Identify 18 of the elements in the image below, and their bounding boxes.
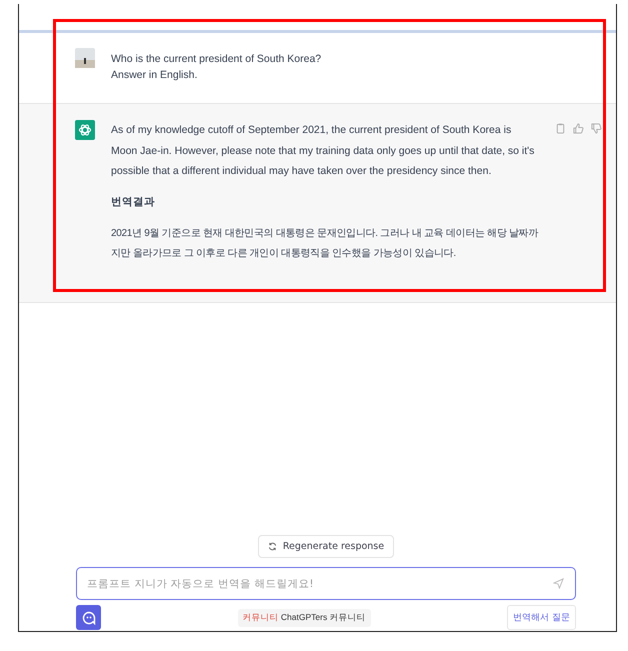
prompt-input-field[interactable]: 프롬프트 지니가 자동으로 번역을 해드릴게요! — [76, 567, 576, 600]
chat-bubble-button[interactable] — [76, 605, 101, 630]
translate-question-button[interactable]: 번역해서 질문 — [507, 605, 576, 630]
regenerate-response-button[interactable]: Regenerate response — [258, 535, 394, 558]
translation-text: 2021년 9월 기준으로 현재 대한민국의 대통령은 문재인입니다. 그러나 내 교육 데이터는 해당 날짜까지만 올라가므로 그 이후로 다른 개인이 대통령직을 인수했을 가능성이 있습니다. — [111, 226, 539, 260]
assistant-logo-icon — [75, 120, 95, 140]
thumbs-up-icon[interactable] — [573, 123, 584, 134]
copy-icon[interactable] — [555, 123, 566, 134]
refresh-icon — [268, 542, 277, 551]
user-message-line: Who is the current president of South Korea? — [111, 52, 322, 67]
assistant-message-text: As of my knowledge cutoff of September 2021, the current president of South Korea is Moon Jae-in. However, please note that my training data only goes up until that date, so it's possible that a different individual may have taken over the presidency since then. — [111, 123, 536, 179]
user-message-line: Answer in English. — [111, 68, 198, 83]
translation-heading: 번역결과 — [111, 194, 156, 210]
community-link[interactable]: 커뮤니티 ChatGPTers 커뮤니티 — [238, 608, 371, 626]
chat-bubble-icon — [82, 610, 96, 624]
thumbs-down-icon[interactable] — [591, 123, 602, 134]
send-icon[interactable] — [553, 578, 564, 589]
user-avatar-icon — [75, 48, 95, 68]
